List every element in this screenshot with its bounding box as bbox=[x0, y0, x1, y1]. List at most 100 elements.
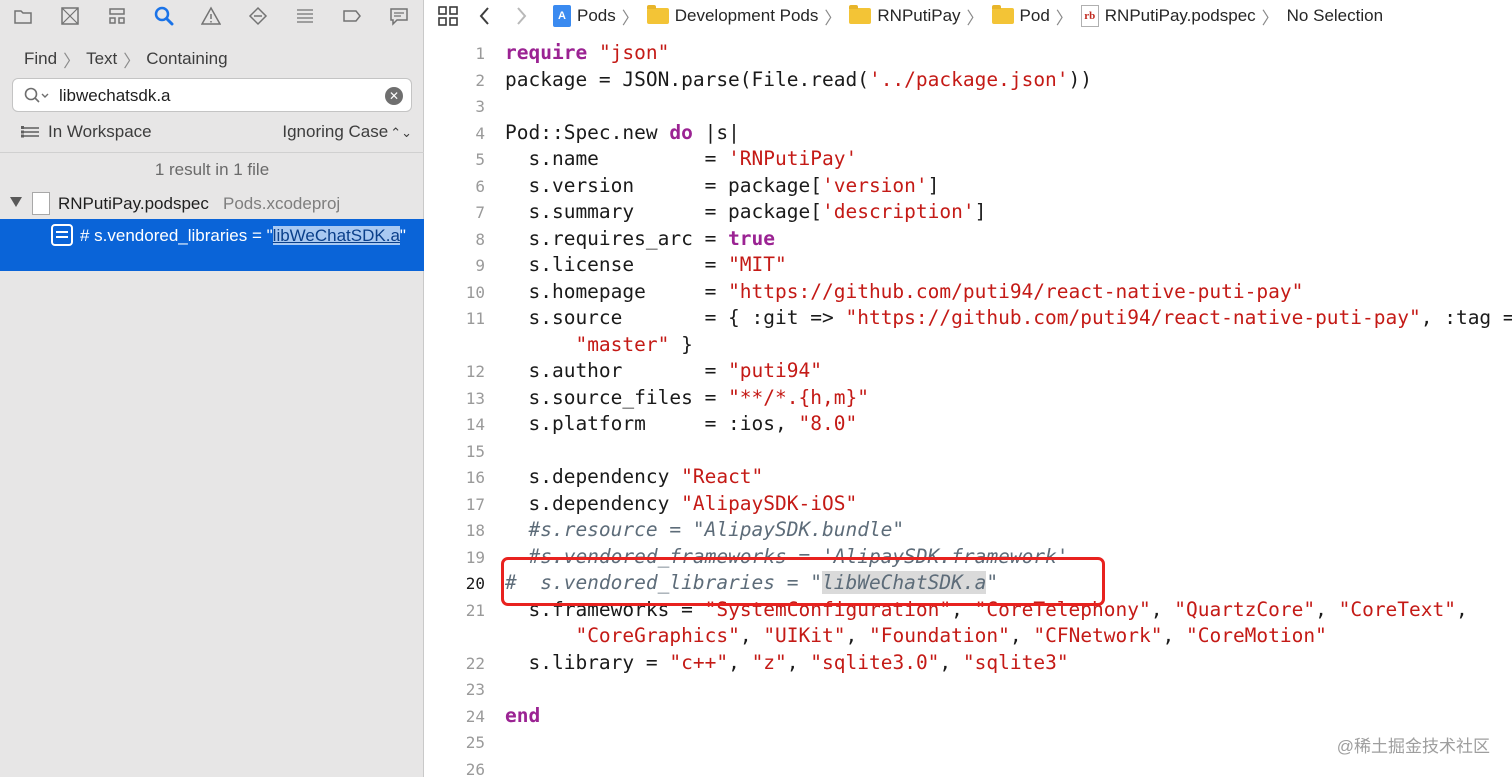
match-prefix: # s.vendored_libraries = " bbox=[80, 226, 273, 245]
scope-list-icon[interactable] bbox=[20, 124, 40, 140]
code-line: 22 s.library = "c++", "z", "sqlite3.0", … bbox=[425, 650, 1512, 677]
line-number: 7 bbox=[475, 203, 485, 222]
xcode-project-icon: A bbox=[553, 5, 571, 27]
line-number: 26 bbox=[465, 759, 485, 777]
line-number: 18 bbox=[465, 521, 485, 540]
forward-arrow-icon[interactable] bbox=[513, 5, 531, 27]
line-number: 11 bbox=[465, 309, 485, 328]
breadcrumb-chevron: 〉 bbox=[1261, 8, 1279, 28]
symbol-navigator-icon[interactable] bbox=[105, 4, 129, 28]
find-bar-chevron: 〉 bbox=[63, 51, 81, 71]
breadcrumb-label: RNPutiPay bbox=[877, 6, 961, 25]
source-editor: A Pods 〉 Development Pods 〉 RNPutiPay 〉 … bbox=[425, 0, 1512, 777]
annotation-highlight-box bbox=[501, 557, 1105, 606]
line-number: 14 bbox=[465, 415, 485, 434]
line-number: 4 bbox=[475, 123, 485, 143]
breadcrumb-development-pods[interactable]: Development Pods 〉 bbox=[646, 4, 842, 29]
line-number: 12 bbox=[465, 362, 485, 381]
breadcrumb-pods[interactable]: A Pods 〉 bbox=[553, 4, 639, 29]
navigator-toolbar bbox=[0, 0, 424, 32]
folder-icon[interactable] bbox=[11, 4, 35, 28]
line-number: 25 bbox=[465, 733, 485, 752]
breadcrumb-chevron: 〉 bbox=[621, 8, 639, 28]
line-number: 21 bbox=[465, 600, 485, 620]
folder-icon bbox=[849, 5, 872, 24]
breadcrumb-chevron: 〉 bbox=[966, 8, 984, 28]
search-field[interactable]: ✕ bbox=[12, 78, 412, 112]
chevron-updown-icon: ⌃⌄ bbox=[390, 125, 412, 140]
breadcrumb-chevron: 〉 bbox=[1055, 8, 1073, 28]
code-line: 10 s.homepage = "https://github.com/puti… bbox=[425, 279, 1512, 306]
code-line: 5 s.name = 'RNPutiPay' bbox=[425, 146, 1512, 173]
code-line: 6 s.version = package['version'] bbox=[425, 173, 1512, 200]
breadcrumb-no-selection[interactable]: No Selection bbox=[1287, 6, 1383, 26]
find-kind-button[interactable]: Text bbox=[86, 49, 117, 69]
code-line: 7 s.summary = package['description'] bbox=[425, 199, 1512, 226]
find-mode-bar: Find 〉 Text 〉 Containing bbox=[24, 48, 228, 71]
code-line: 24 end bbox=[425, 703, 1512, 730]
debug-list-icon[interactable] bbox=[293, 4, 317, 28]
find-match-button[interactable]: Containing bbox=[146, 49, 227, 69]
ruby-file-icon: rb bbox=[1080, 5, 1099, 27]
find-navigator: Find 〉 Text 〉 Containing ✕ In Workspace … bbox=[0, 0, 424, 777]
code-line: 13 s.source_files = "**/*.{h,m}" bbox=[425, 385, 1512, 412]
jump-bar: A Pods 〉 Development Pods 〉 RNPutiPay 〉 … bbox=[425, 0, 1512, 32]
breakpoint-tag-icon[interactable] bbox=[340, 4, 364, 28]
line-number: 15 bbox=[465, 441, 485, 461]
breadcrumb-label: No Selection bbox=[1286, 6, 1384, 25]
disclosure-triangle-icon[interactable] bbox=[10, 197, 22, 207]
code-line: 3 bbox=[425, 93, 1512, 120]
line-number: 5 bbox=[475, 150, 485, 169]
code-line: 17 s.dependency "AlipaySDK-iOS" bbox=[425, 491, 1512, 518]
scope-in-workspace[interactable]: In Workspace bbox=[48, 122, 152, 142]
line-number: 20 bbox=[465, 574, 485, 593]
breadcrumb-label: Pod bbox=[1019, 6, 1050, 25]
line-number: 8 bbox=[475, 229, 485, 249]
match-highlight: libWeChatSDK.a bbox=[272, 226, 400, 245]
line-number: 3 bbox=[475, 97, 485, 116]
code-line: 4 Pod::Spec.new do |s| bbox=[425, 120, 1512, 147]
code-line: 11 s.source = { :git => "https://github.… bbox=[425, 305, 1512, 332]
code-line: 23 bbox=[425, 676, 1512, 703]
back-arrow-icon[interactable] bbox=[475, 5, 493, 27]
code-line: "CoreGraphics", "UIKit", "Foundation", "… bbox=[575, 624, 1327, 647]
breadcrumb-label: Pods bbox=[577, 6, 616, 25]
code-line: 8 s.requires_arc = true bbox=[425, 226, 1512, 253]
breadcrumb-rnputipay[interactable]: RNPutiPay 〉 bbox=[849, 4, 984, 29]
line-number: 2 bbox=[475, 70, 485, 90]
code-line: 9 s.license = "MIT" bbox=[425, 252, 1512, 279]
line-number: 19 bbox=[465, 547, 485, 567]
result-file-row[interactable]: RNPutiPay.podspec Pods.xcodeproj bbox=[0, 190, 424, 218]
search-options-icon[interactable] bbox=[23, 86, 51, 106]
line-number: 10 bbox=[465, 282, 485, 302]
case-sensitivity-popup[interactable]: Ignoring Case ⌃⌄ bbox=[282, 122, 412, 142]
line-number: 23 bbox=[465, 680, 485, 699]
breadcrumb-label: RNPutiPay.podspec bbox=[1104, 6, 1256, 25]
breadcrumb-pod[interactable]: Pod 〉 bbox=[991, 4, 1073, 29]
breadcrumb-podspec-file[interactable]: rb RNPutiPay.podspec 〉 bbox=[1080, 4, 1279, 29]
match-text: # s.vendored_libraries = "libWeChatSDK.a… bbox=[80, 225, 410, 247]
related-items-grid-icon[interactable] bbox=[437, 5, 459, 27]
result-count-label: 1 result in 1 file bbox=[154, 160, 270, 179]
report-message-icon[interactable] bbox=[387, 4, 411, 28]
folder-icon bbox=[646, 5, 669, 24]
code-line: 26 bbox=[425, 756, 1512, 777]
test-diamond-icon[interactable] bbox=[246, 4, 270, 28]
search-icon[interactable] bbox=[152, 4, 176, 28]
search-scope-row: In Workspace Ignoring Case ⌃⌄ bbox=[20, 121, 412, 143]
code-line: 12 s.author = "puti94" bbox=[425, 358, 1512, 385]
line-number: 9 bbox=[475, 256, 485, 275]
line-number: 17 bbox=[465, 494, 485, 514]
result-match-row[interactable]: # s.vendored_libraries = "libWeChatSDK.a… bbox=[0, 219, 424, 271]
source-control-icon[interactable] bbox=[58, 4, 82, 28]
search-input[interactable] bbox=[59, 85, 379, 107]
result-file-name: RNPutiPay.podspec bbox=[58, 194, 209, 213]
clear-search-icon[interactable]: ✕ bbox=[385, 87, 403, 105]
divider bbox=[0, 152, 424, 153]
find-mode-button[interactable]: Find bbox=[24, 49, 57, 69]
code-line: 14 s.platform = :ios, "8.0" bbox=[425, 411, 1512, 438]
breadcrumb-chevron: 〉 bbox=[824, 8, 842, 28]
warning-icon[interactable] bbox=[199, 4, 223, 28]
line-number: 24 bbox=[465, 706, 485, 726]
code-line: "master" } bbox=[575, 332, 693, 356]
